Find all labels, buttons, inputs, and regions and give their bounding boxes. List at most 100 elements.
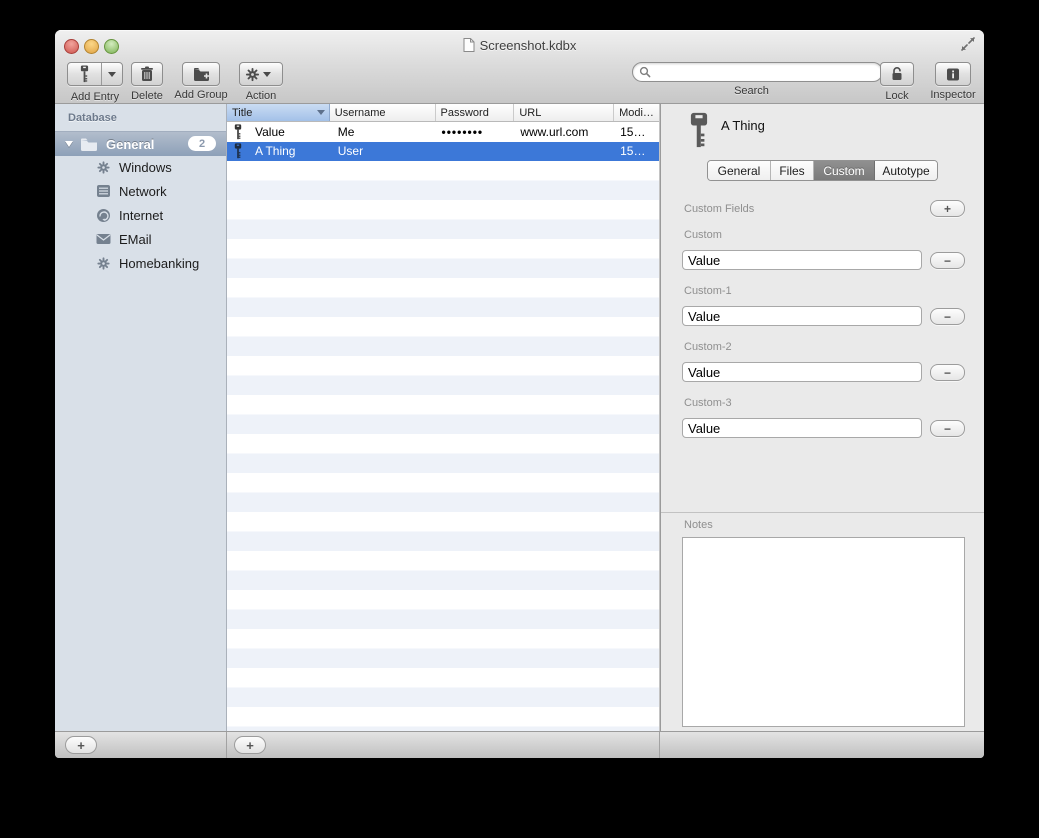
sidebar-item-label: Windows — [119, 160, 172, 175]
column-header-modified[interactable]: Modi… — [614, 104, 659, 121]
key-icon — [688, 112, 710, 148]
custom-field-label: Custom — [684, 229, 722, 241]
window-chrome: Screenshot.kdbx — [55, 30, 984, 104]
table-row-selected[interactable]: A Thing User 15… — [227, 142, 659, 162]
entry-table: Title Username Password URL Modi… — [227, 104, 660, 732]
gear-icon — [96, 160, 111, 175]
lock-label: Lock — [879, 90, 915, 102]
add-entry-group: Add Entry — [66, 62, 124, 103]
notes-label: Notes — [684, 519, 713, 531]
delete-group: Delete — [127, 62, 167, 102]
column-header-username[interactable]: Username — [330, 104, 436, 121]
table-header: Title Username Password URL Modi… — [227, 104, 659, 122]
add-custom-field-button[interactable]: + — [930, 200, 965, 217]
group-count-badge: 2 — [188, 136, 216, 151]
divider — [226, 732, 227, 758]
bottom-bar: + + — [55, 731, 984, 758]
search-group: Search — [632, 62, 871, 97]
tab-files[interactable]: Files — [771, 161, 814, 180]
add-group-plus-button[interactable]: + — [65, 736, 97, 754]
sidebar-group-label: General — [106, 137, 154, 152]
sidebar-item-internet[interactable]: Internet — [55, 203, 226, 227]
key-icon — [233, 143, 243, 159]
action-label: Action — [239, 90, 283, 102]
custom-field-label: Custom-2 — [684, 341, 732, 353]
inspector-panel: A Thing General Files Custom Autotype Cu… — [660, 104, 984, 732]
empty-rows-stripes — [227, 161, 659, 732]
sidebar-item-label: Network — [119, 184, 167, 199]
sidebar-group-general[interactable]: General 2 — [55, 131, 226, 156]
key-icon — [78, 65, 91, 83]
divider — [659, 732, 660, 758]
delete-label: Delete — [127, 90, 167, 102]
inspector-button[interactable] — [935, 62, 971, 86]
sidebar-item-homebanking[interactable]: Homebanking — [55, 251, 226, 275]
table-row[interactable]: Value Me •••••••• www.url.com 15… — [227, 122, 659, 142]
entry-password — [436, 142, 515, 162]
custom-field-input[interactable] — [682, 362, 922, 382]
lock-button[interactable] — [880, 62, 914, 86]
add-entry-plus-button[interactable]: + — [234, 736, 266, 754]
sidebar: Database General 2 — [55, 104, 227, 732]
custom-field-input[interactable] — [682, 418, 922, 438]
tab-autotype[interactable]: Autotype — [875, 161, 937, 180]
add-entry-dropdown[interactable] — [102, 63, 122, 85]
folder-plus-icon — [193, 67, 210, 81]
column-header-url[interactable]: URL — [514, 104, 614, 121]
gear-icon — [96, 256, 111, 271]
column-header-title[interactable]: Title — [227, 104, 330, 121]
search-label: Search — [632, 85, 871, 97]
sidebar-item-network[interactable]: Network — [55, 179, 226, 203]
window-title: Screenshot.kdbx — [480, 38, 577, 53]
divider — [661, 512, 984, 513]
action-button[interactable] — [239, 62, 283, 86]
search-field[interactable] — [632, 62, 883, 82]
search-input[interactable] — [655, 64, 876, 80]
inspector-group: Inspector — [925, 62, 981, 101]
entry-url: www.url.com — [514, 122, 614, 142]
delete-button[interactable] — [131, 62, 163, 86]
sidebar-header: Database — [68, 112, 117, 124]
info-icon — [945, 68, 961, 81]
disclosure-triangle-icon[interactable] — [65, 141, 73, 147]
document-icon — [463, 38, 475, 52]
sidebar-item-label: Internet — [119, 208, 163, 223]
custom-field-input[interactable] — [682, 306, 922, 326]
entry-url — [514, 142, 614, 162]
add-entry-label: Add Entry — [66, 91, 124, 103]
custom-field-label: Custom-1 — [684, 285, 732, 297]
gear-icon — [245, 67, 260, 82]
column-header-password[interactable]: Password — [436, 104, 515, 121]
add-group-button[interactable] — [182, 62, 220, 86]
lock-group: Lock — [879, 62, 915, 102]
inspector-label: Inspector — [925, 89, 981, 101]
app-window: Screenshot.kdbx — [55, 30, 984, 758]
custom-field-input[interactable] — [682, 250, 922, 270]
envelope-icon — [96, 233, 111, 245]
unlock-icon — [889, 66, 905, 82]
entry-modified: 15… — [614, 142, 659, 162]
fullscreen-icon[interactable] — [960, 37, 976, 51]
folder-icon — [80, 137, 98, 151]
entry-modified: 15… — [614, 122, 659, 142]
entry-title: Value — [255, 125, 285, 139]
trash-icon — [140, 66, 154, 82]
sidebar-item-email[interactable]: EMail — [55, 227, 226, 251]
remove-custom-field-button[interactable]: − — [930, 308, 965, 325]
inspector-tabs: General Files Custom Autotype — [707, 160, 938, 181]
inspector-entry-title: A Thing — [721, 118, 765, 133]
action-group: Action — [239, 62, 283, 102]
content-area: Database General 2 — [55, 104, 984, 732]
tab-general[interactable]: General — [708, 161, 771, 180]
remove-custom-field-button[interactable]: − — [930, 364, 965, 381]
add-entry-button[interactable] — [67, 62, 123, 86]
custom-fields-label: Custom Fields — [684, 203, 754, 215]
remove-custom-field-button[interactable]: − — [930, 252, 965, 269]
tab-custom[interactable]: Custom — [814, 161, 875, 180]
add-group-group: Add Group — [172, 62, 230, 101]
notes-textarea[interactable] — [682, 537, 965, 727]
titlebar[interactable]: Screenshot.kdbx — [55, 36, 984, 54]
sidebar-item-windows[interactable]: Windows — [55, 155, 226, 179]
add-group-label: Add Group — [172, 89, 230, 101]
remove-custom-field-button[interactable]: − — [930, 420, 965, 437]
